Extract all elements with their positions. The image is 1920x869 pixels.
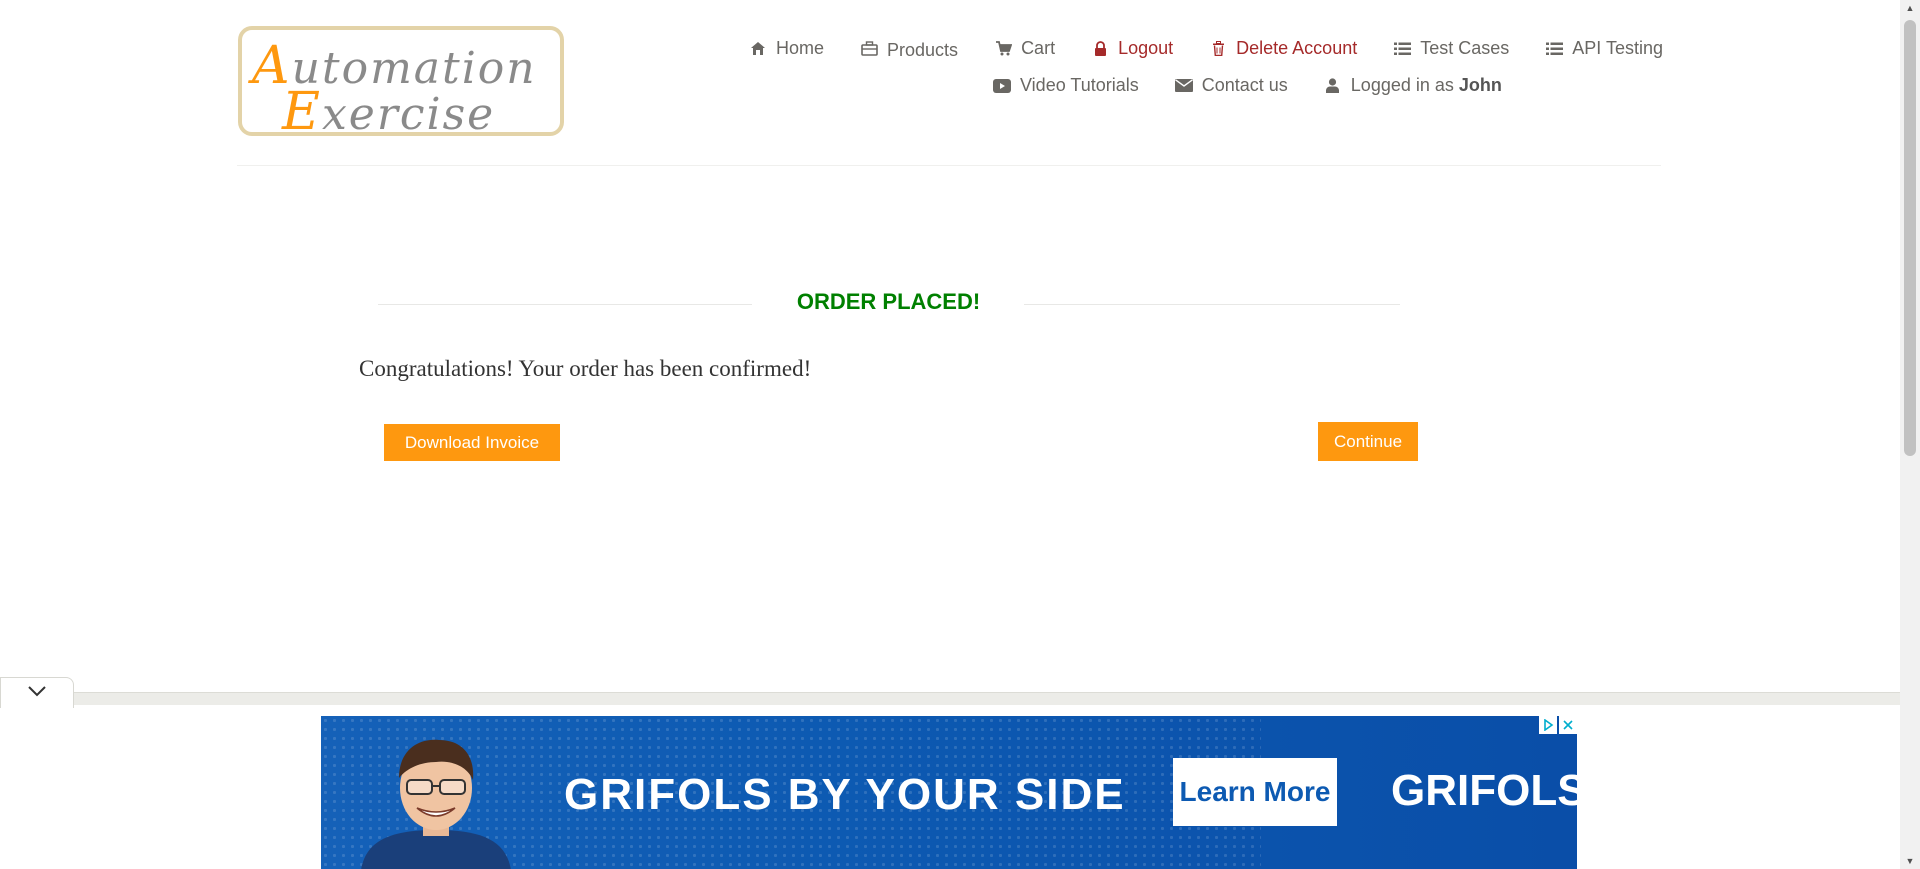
username: John (1458, 75, 1502, 95)
adchoices-icon[interactable] (1539, 716, 1557, 734)
nav-cart[interactable]: Cart (994, 38, 1055, 59)
title-divider-right (1024, 304, 1400, 305)
user-icon (1324, 77, 1342, 95)
nav-video-tutorials-label: Video Tutorials (1020, 75, 1139, 95)
ad-banner[interactable]: GRIFOLS BY YOUR SIDE Learn More GRIFOLS (321, 716, 1577, 869)
page-scrollbar[interactable]: ▲ ▼ (1900, 0, 1920, 869)
page-title: ORDER PLACED! (796, 289, 981, 314)
nav-cart-label: Cart (1021, 38, 1056, 58)
nav-logout-label: Logout (1118, 38, 1174, 58)
list-icon (1545, 40, 1563, 58)
nav-delete-account-label: Delete Account (1236, 38, 1358, 58)
ad-learn-more-button[interactable]: Learn More (1173, 758, 1337, 826)
nav-video-tutorials[interactable]: Video Tutorials (993, 75, 1139, 96)
nav-api-testing[interactable]: API Testing (1545, 38, 1663, 59)
header-divider (237, 165, 1661, 166)
nav-products-label: Products (887, 40, 959, 60)
nav-contact-us[interactable]: Contact us (1174, 75, 1288, 96)
site-logo[interactable]: Automation Exercise (238, 26, 564, 142)
download-invoice-button[interactable]: Download Invoice (384, 424, 560, 461)
logo-line-2: Exercise (282, 82, 495, 142)
cart-icon (994, 40, 1012, 58)
nav-contact-us-label: Contact us (1201, 75, 1288, 95)
nav-products[interactable]: Products (860, 38, 959, 60)
nav-home[interactable]: Home (749, 38, 824, 59)
ad-band (0, 692, 1900, 705)
nav-test-cases[interactable]: Test Cases (1393, 38, 1509, 59)
logged-in-label: Logged in as (1350, 75, 1454, 95)
nav-api-testing-label: API Testing (1572, 38, 1663, 58)
ad-person-image (351, 730, 521, 869)
nav-delete-account[interactable]: Delete Account (1209, 38, 1357, 59)
nav-home-label: Home (776, 38, 825, 58)
scroll-thumb[interactable] (1904, 20, 1916, 456)
scroll-down-arrow-icon[interactable]: ▼ (1900, 853, 1920, 869)
close-icon[interactable] (1559, 716, 1577, 734)
ad-headline: GRIFOLS BY YOUR SIDE (564, 770, 1126, 819)
title-divider-left (378, 304, 752, 305)
confirmation-message: Congratulations! Your order has been con… (359, 356, 812, 381)
home-icon (749, 40, 767, 58)
nav-logout[interactable]: Logout (1091, 38, 1173, 59)
envelope-icon (1174, 77, 1193, 95)
list-icon (1393, 40, 1411, 58)
nav-test-cases-label: Test Cases (1420, 38, 1510, 58)
ad-controls (1537, 716, 1577, 734)
main-nav: Home Products Cart Logout Delete Account… (749, 38, 1699, 60)
ad-collapse-button[interactable] (0, 677, 74, 708)
logo-cap-e: E (282, 82, 322, 142)
scroll-up-arrow-icon[interactable]: ▲ (1900, 0, 1920, 16)
ad-brand-logo: GRIFOLS (1391, 766, 1577, 815)
trash-icon (1209, 40, 1227, 58)
logo-text-exercise: xercise (321, 89, 496, 140)
nav-logged-in-as: Logged in as John (1324, 75, 1502, 96)
products-icon (860, 40, 878, 58)
lock-icon (1091, 40, 1109, 58)
continue-button[interactable]: Continue (1318, 422, 1418, 461)
chevron-down-icon (27, 684, 47, 702)
youtube-icon (993, 77, 1011, 95)
secondary-nav: Video Tutorials Contact us Logged in as … (993, 75, 1538, 96)
